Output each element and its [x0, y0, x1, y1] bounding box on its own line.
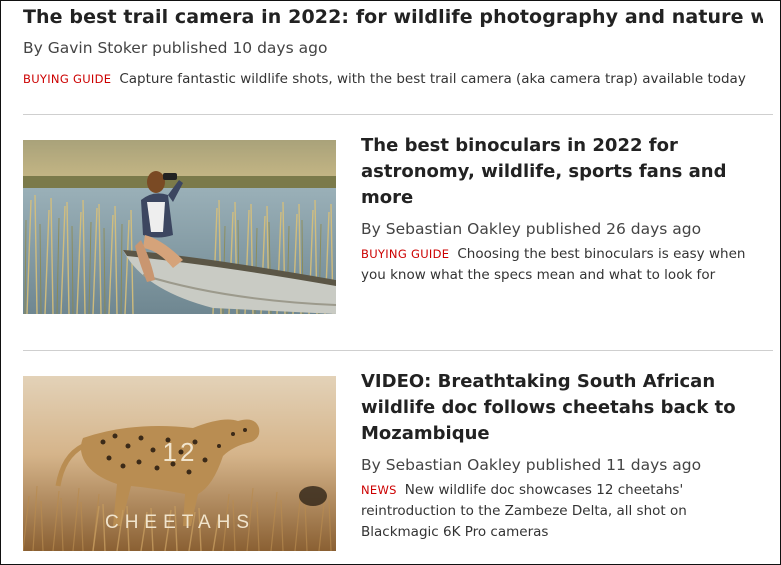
image-overlay-number: 12: [163, 437, 198, 467]
category-label[interactable]: BUYING GUIDE: [23, 72, 111, 86]
divider: [23, 350, 773, 351]
article-synopsis: BUYING GUIDE Choosing the best binoculars…: [361, 244, 766, 286]
article-synopsis: BUYING GUIDE Capture fantastic wildlife s…: [23, 69, 773, 90]
cheetahs-thumbnail[interactable]: 12 CHEETAHS: [23, 376, 336, 551]
article-byline: By Gavin Stoker published 10 days ago: [23, 39, 328, 57]
article-synopsis: NEWS New wildlife doc showcases 12 cheeta…: [361, 480, 766, 543]
divider: [23, 114, 773, 115]
synopsis-text: New wildlife doc showcases 12 cheetahs' …: [361, 482, 687, 540]
synopsis-text: Capture fantastic wildlife shots, with t…: [119, 71, 746, 87]
image-overlay-word: CHEETAHS: [105, 512, 255, 533]
article-byline: By Sebastian Oakley published 11 days ag…: [361, 456, 702, 474]
article-title-link[interactable]: The best binoculars in 2022 for astronom…: [361, 133, 766, 211]
category-label[interactable]: NEWS: [361, 483, 397, 497]
article-item: VIDEO: Breathtaking South African wildli…: [361, 369, 766, 543]
article-list: The best trail camera in 2022: for wildl…: [0, 0, 781, 565]
binoculars-thumbnail[interactable]: [23, 140, 336, 314]
woman-with-binoculars-image: [23, 140, 336, 314]
article-title-link[interactable]: The best trail camera in 2022: for wildl…: [23, 1, 763, 30]
article-byline: By Sebastian Oakley published 26 days ag…: [361, 220, 702, 238]
article-item: The best binoculars in 2022 for astronom…: [361, 133, 766, 286]
cheetah-image: 12 CHEETAHS: [23, 376, 336, 551]
article-title-link[interactable]: VIDEO: Breathtaking South African wildli…: [361, 369, 766, 447]
category-label[interactable]: BUYING GUIDE: [361, 247, 449, 261]
